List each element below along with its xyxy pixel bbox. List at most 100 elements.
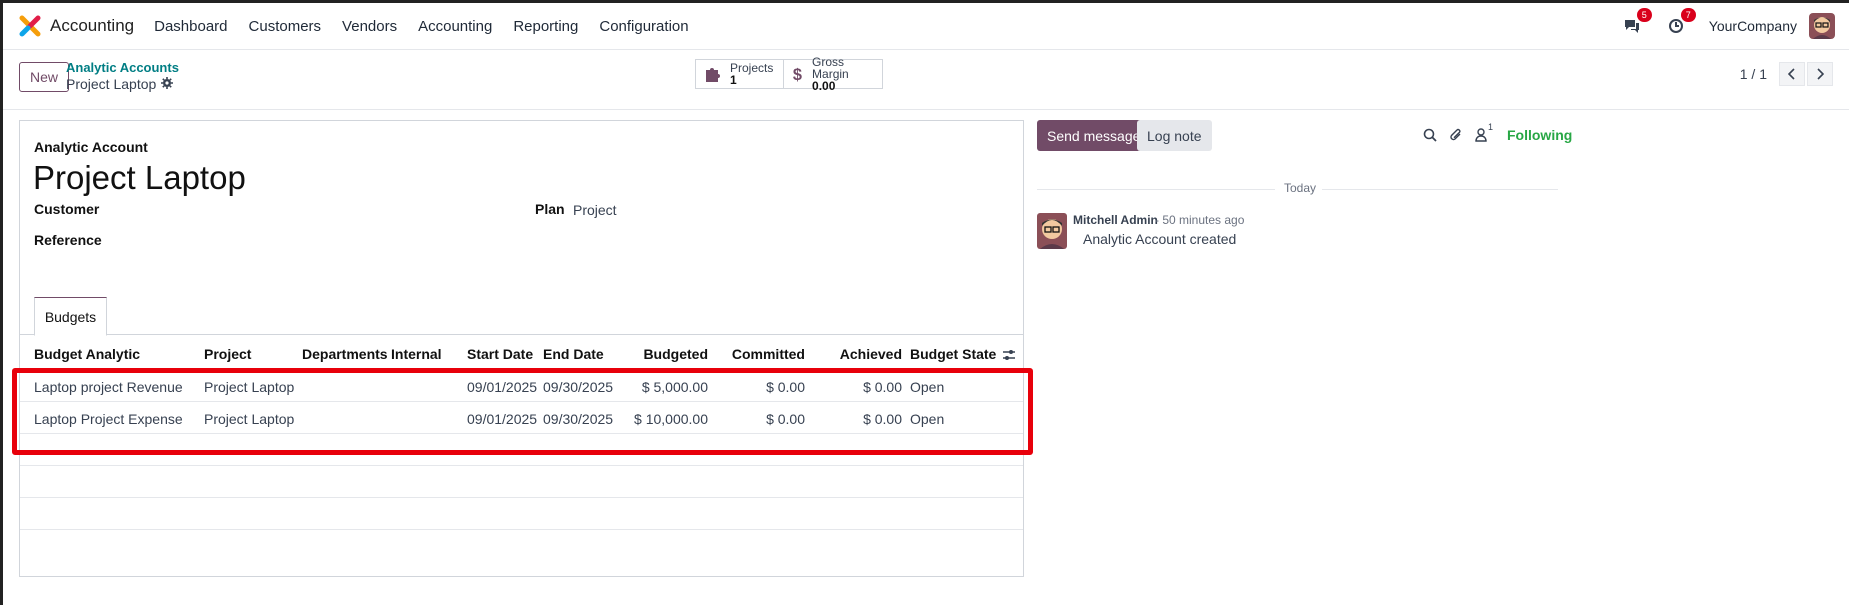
followers-button[interactable]: 1 <box>1475 122 1493 142</box>
activities-button[interactable]: 7 <box>1665 8 1696 37</box>
pager-previous-button[interactable] <box>1779 62 1805 86</box>
app-name: Accounting <box>50 16 135 35</box>
col-start-date[interactable]: Start Date <box>467 346 533 362</box>
col-departments[interactable]: Departments <box>302 346 388 362</box>
cell-end-date: 09/30/2025 <box>543 379 614 395</box>
pager: 1 / 1 <box>1740 62 1833 86</box>
cell-end-date: 09/30/2025 <box>543 411 614 427</box>
gross-margin-stat-value: 0.00 <box>812 79 836 93</box>
chevron-right-icon <box>1817 68 1824 80</box>
paperclip-icon[interactable] <box>1449 128 1463 143</box>
customer-field[interactable] <box>130 201 510 221</box>
table-row[interactable]: Laptop project Revenue Project Laptop 09… <box>20 370 1023 402</box>
col-budget-analytic[interactable]: Budget Analytic <box>34 346 140 362</box>
nav-vendors[interactable]: Vendors <box>342 18 397 35</box>
cell-budgeted: $ 10,000.00 <box>634 411 708 427</box>
send-message-button[interactable]: Send message <box>1037 120 1151 151</box>
new-button[interactable]: New <box>19 62 70 92</box>
puzzle-icon <box>706 68 720 82</box>
empty-table-row <box>20 434 1023 466</box>
empty-table-row <box>20 498 1023 530</box>
breadcrumb-parent[interactable]: Analytic Accounts <box>66 60 179 75</box>
cell-achieved: $ 0.00 <box>863 411 902 427</box>
breadcrumb-current-label: Project Laptop <box>66 76 157 92</box>
customer-label: Customer <box>34 201 100 217</box>
chat-icon <box>1624 20 1639 33</box>
table-header: Budget Analytic Project Departments Inte… <box>20 338 1023 370</box>
message-timestamp: - 50 minutes ago <box>1155 213 1245 227</box>
separator-line <box>1037 189 1275 190</box>
gear-icon[interactable] <box>161 76 174 92</box>
table-row[interactable]: Laptop Project Expense Project Laptop 09… <box>20 402 1023 434</box>
separator-line <box>1322 189 1558 190</box>
record-kind-label: Analytic Account <box>34 139 148 155</box>
date-separator-label: Today <box>1284 181 1317 195</box>
log-note-button[interactable]: Log note <box>1137 120 1212 151</box>
nav-customers[interactable]: Customers <box>249 18 322 35</box>
message-author[interactable]: Mitchell Admin <box>1073 213 1158 227</box>
clock-icon <box>1668 19 1683 33</box>
optional-columns-icon[interactable] <box>1002 348 1016 364</box>
col-internal[interactable]: Internal <box>391 346 442 362</box>
col-achieved[interactable]: Achieved <box>820 346 902 362</box>
projects-stat-value: 1 <box>730 73 737 87</box>
user-icon <box>1475 128 1487 142</box>
gross-margin-stat-button[interactable]: $ Gross Margin 0.00 <box>783 55 883 93</box>
accounting-app-icon <box>19 15 41 37</box>
nav-dashboard[interactable]: Dashboard <box>154 18 227 35</box>
cell-project: Project Laptop <box>204 379 295 395</box>
nav-accounting[interactable]: Accounting <box>418 18 492 35</box>
form-sheet: Analytic Account Project Laptop Customer… <box>19 120 1024 577</box>
nav-reporting[interactable]: Reporting <box>513 18 578 35</box>
cell-budget-state: Open <box>910 411 945 427</box>
col-end-date[interactable]: End Date <box>543 346 604 362</box>
date-separator: Today <box>1037 181 1558 197</box>
chevron-left-icon <box>1788 68 1795 80</box>
col-committed[interactable]: Committed <box>720 346 805 362</box>
search-icon[interactable] <box>1423 128 1437 142</box>
plan-field[interactable]: Project <box>573 202 617 218</box>
svg-text:$: $ <box>793 66 802 84</box>
nav-configuration[interactable]: Configuration <box>599 18 688 35</box>
cell-budget-analytic: Laptop project Revenue <box>34 379 183 395</box>
pager-value[interactable]: 1 / 1 <box>1740 66 1767 82</box>
pager-next-button[interactable] <box>1807 62 1833 86</box>
top-navbar: Accounting Dashboard Customers Vendors A… <box>3 3 1849 50</box>
chatter-tools: 1 Following <box>1423 122 1572 143</box>
user-avatar[interactable] <box>1809 13 1835 39</box>
col-project[interactable]: Project <box>204 346 251 362</box>
reference-field[interactable] <box>130 232 510 252</box>
following-toggle[interactable]: Following <box>1507 127 1572 143</box>
messages-badge: 5 <box>1636 8 1652 22</box>
cell-budget-analytic: Laptop Project Expense <box>34 411 183 427</box>
cell-committed: $ 0.00 <box>766 411 805 427</box>
cell-achieved: $ 0.00 <box>863 379 902 395</box>
col-budget-state[interactable]: Budget State <box>910 346 996 362</box>
projects-stat-button[interactable]: Projects 1 <box>695 59 784 89</box>
message-author-avatar[interactable] <box>1037 213 1067 249</box>
message-body: Analytic Account created <box>1083 231 1237 247</box>
app-brand[interactable]: Accounting <box>19 15 154 37</box>
company-switcher[interactable]: YourCompany <box>1709 18 1797 34</box>
cell-start-date: 09/01/2025 <box>467 411 538 427</box>
cell-committed: $ 0.00 <box>766 379 805 395</box>
col-budgeted[interactable]: Budgeted <box>620 346 708 362</box>
followers-count: 1 <box>1487 122 1493 132</box>
control-panel: New Analytic Accounts Project Laptop Pro… <box>3 50 1849 110</box>
notebook-tabs: Budgets <box>20 297 1023 336</box>
cell-budgeted: $ 5,000.00 <box>641 379 708 395</box>
cell-budget-state: Open <box>910 379 945 395</box>
cell-project: Project Laptop <box>204 411 295 427</box>
breadcrumb-current: Project Laptop <box>66 76 174 92</box>
systray: 5 7 YourCompany <box>1621 8 1849 39</box>
gross-margin-stat-label: Gross Margin <box>812 55 849 81</box>
cell-start-date: 09/01/2025 <box>467 379 538 395</box>
reference-label: Reference <box>34 232 102 248</box>
plan-label: Plan <box>535 201 565 217</box>
messages-button[interactable]: 5 <box>1621 8 1652 37</box>
activities-badge: 7 <box>1680 8 1696 22</box>
tab-budgets[interactable]: Budgets <box>34 297 107 336</box>
empty-table-row <box>20 466 1023 498</box>
dollar-icon: $ <box>793 66 802 84</box>
record-title[interactable]: Project Laptop <box>33 159 246 197</box>
